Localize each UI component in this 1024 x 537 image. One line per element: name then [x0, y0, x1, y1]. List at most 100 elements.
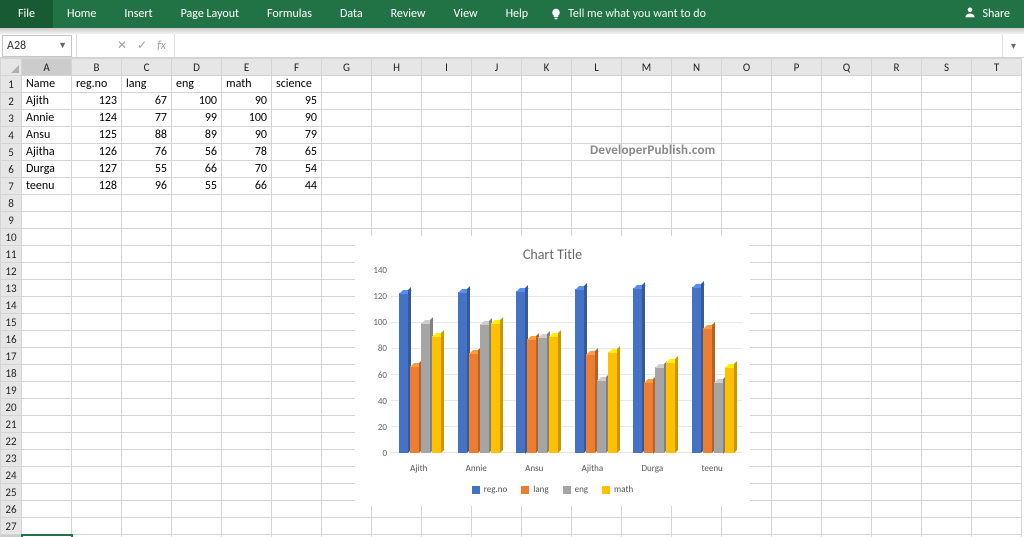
cell[interactable]	[922, 110, 972, 127]
tab-home[interactable]: Home	[53, 0, 110, 28]
cell[interactable]	[972, 382, 1022, 399]
row-header[interactable]: 16	[1, 331, 22, 348]
column-header[interactable]: F	[272, 59, 322, 76]
cell[interactable]	[172, 416, 222, 433]
row-header[interactable]: 1	[1, 76, 22, 93]
cell[interactable]	[222, 399, 272, 416]
cell[interactable]	[172, 314, 222, 331]
cell[interactable]	[272, 501, 322, 518]
cell[interactable]	[822, 110, 872, 127]
tab-data[interactable]: Data	[326, 0, 377, 28]
cell[interactable]	[172, 484, 222, 501]
legend-item[interactable]: eng	[563, 484, 588, 495]
cell[interactable]: teenu	[22, 178, 72, 195]
chart-bar[interactable]	[633, 288, 642, 453]
cell[interactable]	[872, 433, 922, 450]
chart-bar[interactable]	[703, 328, 712, 453]
cell[interactable]	[322, 212, 372, 229]
chart-bar[interactable]	[421, 323, 430, 453]
tell-me-search[interactable]: Tell me what you want to do	[550, 7, 706, 21]
cell[interactable]	[72, 246, 122, 263]
cell[interactable]	[72, 331, 122, 348]
row-header[interactable]: 5	[1, 144, 22, 161]
cell[interactable]	[472, 195, 522, 212]
cell[interactable]	[922, 195, 972, 212]
chart-bar[interactable]	[538, 337, 547, 453]
cell[interactable]: 78	[222, 144, 272, 161]
cell[interactable]	[272, 348, 322, 365]
cell[interactable]	[222, 365, 272, 382]
column-header[interactable]: M	[622, 59, 672, 76]
cell[interactable]	[72, 280, 122, 297]
cell[interactable]	[472, 93, 522, 110]
cell[interactable]	[272, 229, 322, 246]
column-header[interactable]: S	[922, 59, 972, 76]
cell[interactable]	[272, 450, 322, 467]
cell[interactable]	[72, 382, 122, 399]
cell[interactable]	[722, 93, 772, 110]
cell[interactable]	[672, 76, 722, 93]
cell[interactable]: 100	[172, 93, 222, 110]
cell[interactable]	[22, 501, 72, 518]
cell[interactable]: 56	[172, 144, 222, 161]
fx-icon[interactable]: fx	[157, 39, 166, 53]
cell[interactable]	[272, 246, 322, 263]
cell[interactable]	[972, 501, 1022, 518]
cell[interactable]	[772, 229, 822, 246]
cell[interactable]	[922, 518, 972, 535]
cell[interactable]	[622, 178, 672, 195]
cell[interactable]	[172, 212, 222, 229]
legend-item[interactable]: lang	[521, 484, 548, 495]
chart-bar[interactable]	[399, 293, 408, 453]
chart-bar[interactable]	[549, 336, 558, 453]
cell[interactable]	[622, 93, 672, 110]
column-header[interactable]: A	[22, 59, 72, 76]
cell[interactable]	[922, 450, 972, 467]
cell[interactable]	[922, 314, 972, 331]
cell[interactable]	[822, 297, 872, 314]
cell[interactable]	[422, 76, 472, 93]
chart-object[interactable]: Chart Title 020406080100120140 AjithAnni…	[355, 236, 750, 506]
cell[interactable]	[22, 229, 72, 246]
formula-input[interactable]	[175, 34, 1002, 57]
cell[interactable]: math	[222, 76, 272, 93]
cell[interactable]: 95	[272, 93, 322, 110]
cell[interactable]	[872, 161, 922, 178]
cell[interactable]	[272, 331, 322, 348]
cell[interactable]	[972, 365, 1022, 382]
cell[interactable]	[472, 212, 522, 229]
tab-formulas[interactable]: Formulas	[253, 0, 326, 28]
cell[interactable]	[372, 178, 422, 195]
cell[interactable]	[222, 382, 272, 399]
cell[interactable]	[272, 467, 322, 484]
row-header[interactable]: 19	[1, 382, 22, 399]
cell[interactable]	[972, 229, 1022, 246]
cell[interactable]	[222, 229, 272, 246]
cell[interactable]	[872, 229, 922, 246]
cell[interactable]	[272, 280, 322, 297]
column-header[interactable]: O	[722, 59, 772, 76]
cell[interactable]	[822, 484, 872, 501]
cell[interactable]	[872, 501, 922, 518]
cell[interactable]	[822, 195, 872, 212]
cell[interactable]: 126	[72, 144, 122, 161]
cell[interactable]	[772, 365, 822, 382]
cell[interactable]	[372, 161, 422, 178]
column-header[interactable]: L	[572, 59, 622, 76]
cell[interactable]	[522, 127, 572, 144]
cell[interactable]: Ansu	[22, 127, 72, 144]
cell[interactable]	[822, 246, 872, 263]
cell[interactable]	[672, 93, 722, 110]
cell[interactable]: 99	[172, 110, 222, 127]
cell[interactable]	[22, 331, 72, 348]
cell[interactable]	[122, 314, 172, 331]
cell[interactable]	[972, 450, 1022, 467]
cell[interactable]	[722, 76, 772, 93]
chart-bar[interactable]	[608, 352, 617, 453]
share-button[interactable]: Share	[964, 6, 1010, 22]
cell[interactable]	[172, 382, 222, 399]
cell[interactable]	[272, 212, 322, 229]
cell[interactable]	[522, 178, 572, 195]
cell[interactable]	[872, 416, 922, 433]
cell[interactable]	[822, 348, 872, 365]
